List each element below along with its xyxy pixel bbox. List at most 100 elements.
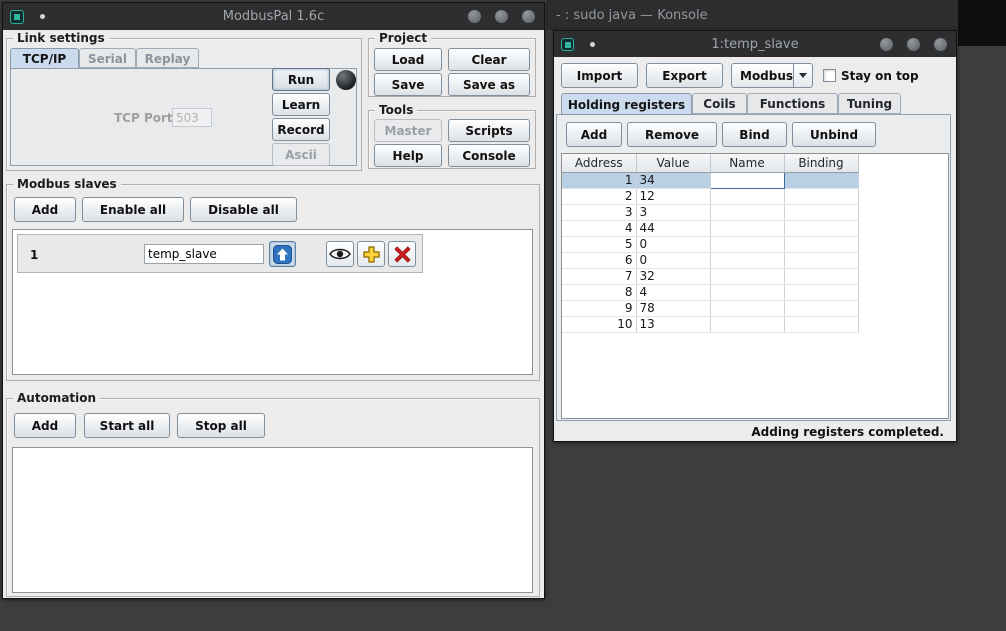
- column-header-address[interactable]: Address: [562, 154, 636, 172]
- table-row[interactable]: 3 3: [562, 204, 858, 220]
- tcp-port-input[interactable]: [172, 108, 212, 127]
- column-header-name[interactable]: Name: [710, 154, 784, 172]
- cell-address[interactable]: 9: [562, 300, 636, 316]
- cell-binding[interactable]: [784, 172, 858, 188]
- cell-name[interactable]: [710, 204, 784, 220]
- cell-binding[interactable]: [784, 316, 858, 332]
- slave-add-button[interactable]: Add: [14, 197, 76, 222]
- automation-add-button[interactable]: Add: [14, 413, 76, 438]
- save-as-button[interactable]: Save as: [448, 73, 530, 96]
- maximize-button[interactable]: [495, 10, 508, 23]
- register-add-button[interactable]: Add: [566, 122, 622, 147]
- cell-value[interactable]: 0: [636, 236, 710, 252]
- cell-value[interactable]: 34: [636, 172, 710, 188]
- cell-address[interactable]: 3: [562, 204, 636, 220]
- table-row[interactable]: 2 12: [562, 188, 858, 204]
- save-button[interactable]: Save: [374, 73, 442, 96]
- table-row[interactable]: 4 44: [562, 220, 858, 236]
- minimize-button[interactable]: [468, 10, 481, 23]
- tab-replay[interactable]: Replay: [136, 48, 199, 68]
- tab-serial[interactable]: Serial: [79, 48, 136, 68]
- main-window-titlebar[interactable]: ModbusPal 1.6c: [3, 3, 544, 30]
- cell-binding[interactable]: [784, 204, 858, 220]
- cell-binding[interactable]: [784, 252, 858, 268]
- cell-address[interactable]: 10: [562, 316, 636, 332]
- cell-value[interactable]: 32: [636, 268, 710, 284]
- stop-all-button[interactable]: Stop all: [177, 413, 265, 438]
- register-bind-button[interactable]: Bind: [722, 122, 787, 147]
- table-row[interactable]: 8 4: [562, 284, 858, 300]
- cell-address[interactable]: 8: [562, 284, 636, 300]
- cell-name[interactable]: [710, 252, 784, 268]
- enable-all-button[interactable]: Enable all: [82, 197, 184, 222]
- cell-name[interactable]: [710, 284, 784, 300]
- cell-binding[interactable]: [784, 284, 858, 300]
- cell-value[interactable]: 12: [636, 188, 710, 204]
- cell-address[interactable]: 6: [562, 252, 636, 268]
- maximize-button[interactable]: [907, 38, 920, 51]
- modbus-mode-dropdown[interactable]: Modbus: [731, 63, 813, 88]
- export-button[interactable]: Export: [646, 63, 723, 88]
- run-button[interactable]: Run: [272, 68, 330, 91]
- close-button[interactable]: [934, 38, 947, 51]
- tab-tuning[interactable]: Tuning: [838, 93, 901, 114]
- column-header-value[interactable]: Value: [636, 154, 710, 172]
- cell-value[interactable]: 4: [636, 284, 710, 300]
- load-button[interactable]: Load: [374, 48, 442, 71]
- import-button[interactable]: Import: [561, 63, 638, 88]
- cell-value[interactable]: 0: [636, 252, 710, 268]
- cell-name[interactable]: [710, 172, 784, 188]
- cell-address[interactable]: 1: [562, 172, 636, 188]
- cell-binding[interactable]: [784, 220, 858, 236]
- close-button[interactable]: [522, 10, 535, 23]
- cell-value[interactable]: 13: [636, 316, 710, 332]
- start-all-button[interactable]: Start all: [84, 413, 170, 438]
- cell-address[interactable]: 7: [562, 268, 636, 284]
- slave-name-input[interactable]: [144, 244, 264, 264]
- scripts-button[interactable]: Scripts: [448, 119, 530, 142]
- table-row[interactable]: 7 32: [562, 268, 858, 284]
- minimize-button[interactable]: [880, 38, 893, 51]
- cell-address[interactable]: 5: [562, 236, 636, 252]
- cell-binding[interactable]: [784, 188, 858, 204]
- table-row[interactable]: 10 13: [562, 316, 858, 332]
- slave-row[interactable]: 1: [17, 234, 423, 273]
- table-row[interactable]: 1 34: [562, 172, 858, 188]
- help-button[interactable]: Help: [374, 144, 442, 167]
- cell-name[interactable]: [710, 268, 784, 284]
- register-remove-button[interactable]: Remove: [627, 122, 717, 147]
- cell-name[interactable]: [710, 188, 784, 204]
- register-unbind-button[interactable]: Unbind: [792, 122, 876, 147]
- slave-view-button[interactable]: [326, 241, 354, 267]
- cell-value[interactable]: 78: [636, 300, 710, 316]
- slave-duplicate-button[interactable]: [357, 241, 385, 267]
- cell-binding[interactable]: [784, 236, 858, 252]
- console-button[interactable]: Console: [448, 144, 530, 167]
- stay-on-top-checkbox[interactable]: [823, 69, 836, 82]
- tab-holding-registers[interactable]: Holding registers: [561, 93, 692, 115]
- slave-delete-button[interactable]: [388, 241, 416, 267]
- slave-window-titlebar[interactable]: 1:temp_slave: [554, 31, 956, 57]
- cell-name[interactable]: [710, 316, 784, 332]
- cell-value[interactable]: 3: [636, 204, 710, 220]
- cell-name[interactable]: [710, 300, 784, 316]
- table-row[interactable]: 9 78: [562, 300, 858, 316]
- cell-address[interactable]: 4: [562, 220, 636, 236]
- tab-tcpip[interactable]: TCP/IP: [10, 48, 79, 69]
- clear-button[interactable]: Clear: [448, 48, 530, 71]
- learn-button[interactable]: Learn: [272, 93, 330, 116]
- cell-address[interactable]: 2: [562, 188, 636, 204]
- cell-binding[interactable]: [784, 268, 858, 284]
- record-button[interactable]: Record: [272, 118, 330, 141]
- dropdown-arrow-button[interactable]: [793, 64, 812, 87]
- cell-name[interactable]: [710, 236, 784, 252]
- slave-enable-toggle-button[interactable]: [269, 241, 296, 267]
- table-row[interactable]: 5 0: [562, 236, 858, 252]
- cell-value[interactable]: 44: [636, 220, 710, 236]
- tab-coils[interactable]: Coils: [692, 93, 747, 114]
- tab-functions[interactable]: Functions: [747, 93, 838, 114]
- cell-name[interactable]: [710, 220, 784, 236]
- column-header-binding[interactable]: Binding: [784, 154, 858, 172]
- table-row[interactable]: 6 0: [562, 252, 858, 268]
- cell-binding[interactable]: [784, 300, 858, 316]
